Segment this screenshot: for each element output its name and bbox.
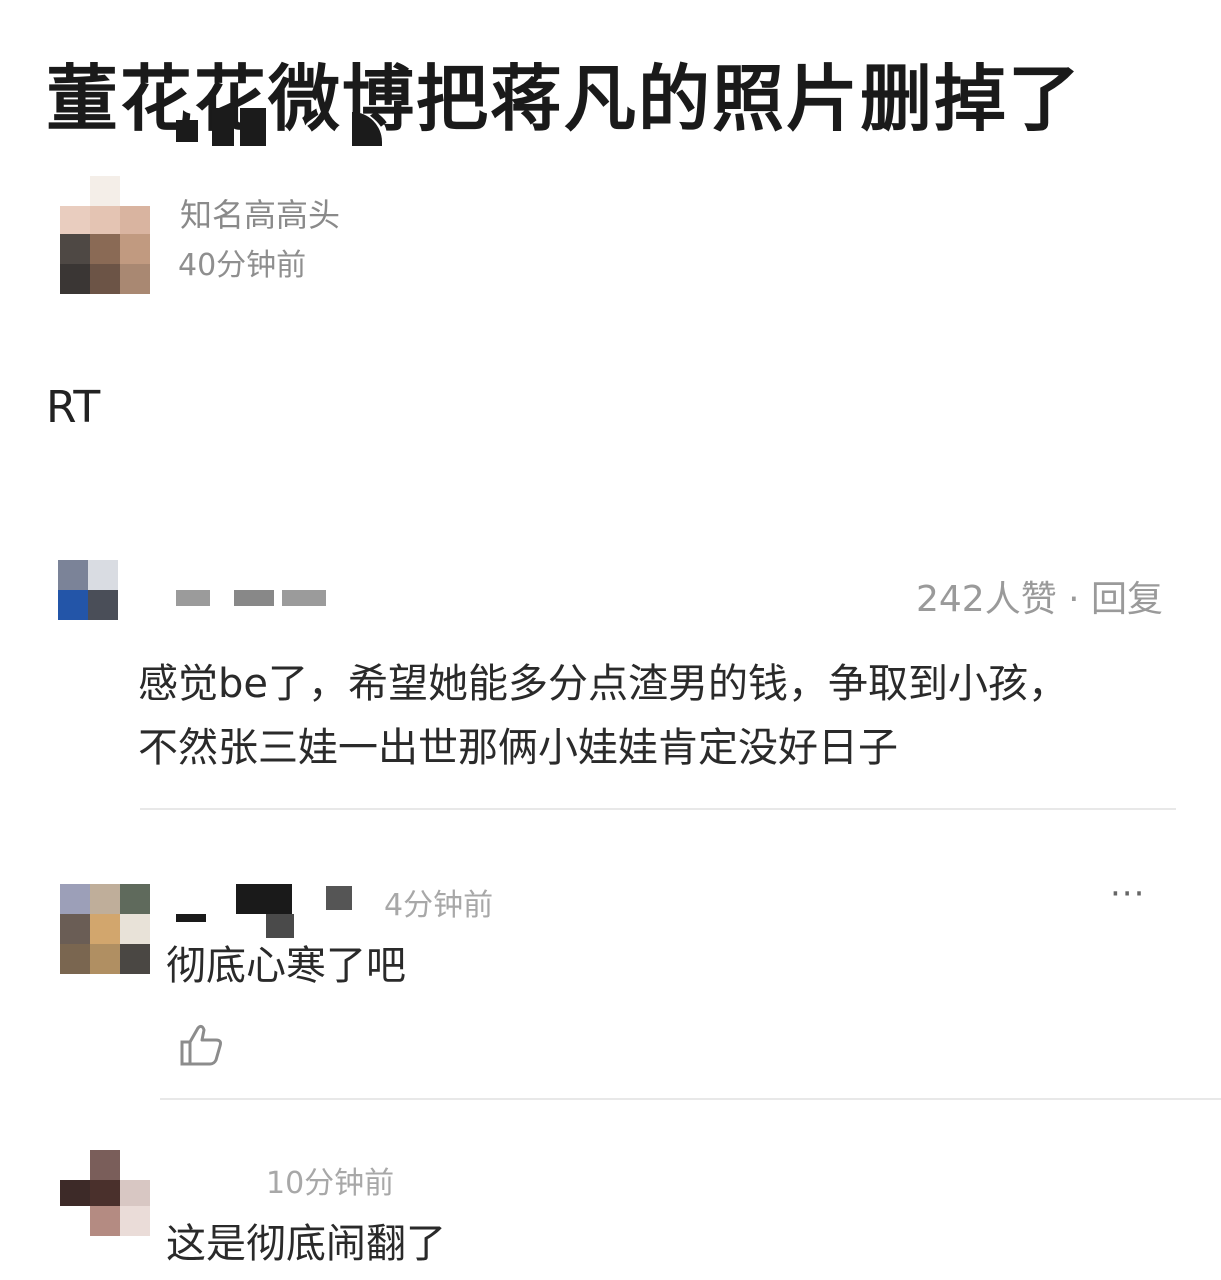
more-options-icon[interactable]: ··· — [1110, 874, 1145, 914]
like-count-reply[interactable]: 242人赞 · 回复 — [916, 570, 1163, 622]
redaction-mask — [240, 108, 266, 146]
comment-text: 这是彻底闹翻了 — [166, 1221, 446, 1267]
commenter-avatar[interactable] — [60, 1150, 150, 1240]
author-avatar[interactable] — [60, 176, 150, 294]
divider — [140, 808, 1176, 810]
comment-text: 彻底心寒了吧 — [166, 943, 406, 989]
post-title: 董花花微博把蒋凡的照片删掉了 — [46, 57, 1083, 141]
divider — [160, 1098, 1221, 1100]
author-username[interactable]: 知名高高头 — [180, 190, 340, 236]
redaction-mask — [176, 120, 198, 142]
comment-line: 不然张三娃一出世那俩小娃娃肯定没好日子 — [138, 725, 898, 771]
commenter-avatar[interactable] — [58, 560, 118, 620]
comment-timestamp: 4分钟前 — [384, 888, 494, 923]
comment-line: 感觉be了，希望她能多分点渣男的钱，争取到小孩， — [138, 661, 1068, 707]
post-timestamp: 40分钟前 — [178, 248, 307, 283]
redaction-mask — [212, 108, 234, 146]
username-redacted[interactable] — [176, 590, 326, 610]
commenter-avatar[interactable] — [60, 884, 150, 974]
comment-text: 感觉be了，希望她能多分点渣男的钱，争取到小孩， 不然张三娃一出世那俩小娃娃肯定… — [138, 652, 1068, 780]
thumbs-up-icon[interactable] — [176, 1020, 226, 1070]
post-body: RT — [46, 382, 101, 433]
comment-timestamp: 10分钟前 — [266, 1166, 395, 1201]
